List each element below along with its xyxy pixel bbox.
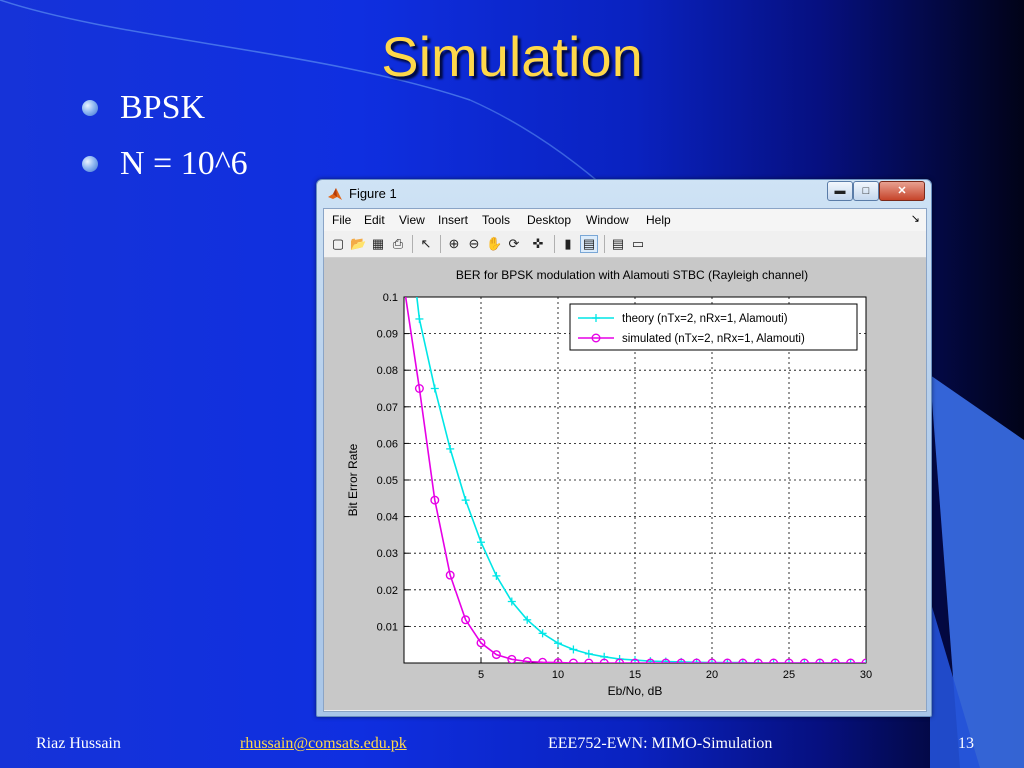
pan-icon[interactable]: ✋ <box>486 236 502 252</box>
y-tick-label: 0.1 <box>383 292 398 304</box>
x-tick-label: 15 <box>629 669 641 681</box>
bullet-text: N = 10^6 <box>120 145 248 182</box>
dock-arrow-icon[interactable]: ↘ <box>911 212 920 225</box>
minimize-icon[interactable]: ▬ <box>827 181 853 201</box>
new-figure-icon[interactable]: ▢ <box>330 236 346 252</box>
window-title: Figure 1 <box>349 186 397 201</box>
figure-window: Figure 1 ▬ □ ✕ File Edit View Insert Too… <box>316 179 932 717</box>
open-file-icon[interactable]: 📂 <box>350 236 366 252</box>
menu-insert[interactable]: Insert <box>438 213 468 227</box>
toolbar-separator <box>412 235 413 253</box>
bullet-icon <box>82 100 98 116</box>
hide-plot-tools-icon[interactable]: ▤ <box>610 236 626 252</box>
figure-client-area: File Edit View Insert Tools Desktop Wind… <box>323 208 927 712</box>
edit-plot-icon[interactable]: ↖ <box>418 236 434 252</box>
menu-tools[interactable]: Tools <box>482 213 510 227</box>
menu-help[interactable]: Help <box>646 213 671 227</box>
x-tick-label: 5 <box>478 669 484 681</box>
bullet-text: BPSK <box>120 89 206 126</box>
menu-desktop[interactable]: Desktop <box>527 213 571 227</box>
data-cursor-icon[interactable]: ✜ <box>530 236 546 252</box>
footer-email-wrap: rhussain@comsats.edu.pk <box>240 735 407 753</box>
bullet-item: BPSK <box>80 86 248 142</box>
y-tick-label: 0.03 <box>377 548 398 560</box>
maximize-icon[interactable]: □ <box>853 181 879 201</box>
menu-bar: File Edit View Insert Tools Desktop Wind… <box>324 209 926 231</box>
bullet-list: BPSK N = 10^6 <box>80 86 248 198</box>
print-icon[interactable]: ⎙ <box>390 236 406 252</box>
y-tick-label: 0.04 <box>377 512 398 524</box>
x-axis-label: Eb/No, dB <box>608 684 663 698</box>
matlab-logo-icon <box>328 188 342 200</box>
show-plot-tools-icon[interactable]: ▭ <box>630 236 646 252</box>
y-tick-label: 0.01 <box>377 621 398 633</box>
y-tick-label: 0.07 <box>377 402 398 414</box>
figure-canvas: BER for BPSK modulation with Alamouti ST… <box>324 258 926 710</box>
footer-email-link[interactable]: rhussain@comsats.edu.pk <box>240 735 407 752</box>
x-tick-label: 10 <box>552 669 564 681</box>
x-tick-label: 20 <box>706 669 718 681</box>
toolbar-separator <box>604 235 605 253</box>
slide-title: Simulation <box>381 25 643 88</box>
close-icon[interactable]: ✕ <box>879 181 925 201</box>
ber-chart: BER for BPSK modulation with Alamouti ST… <box>346 268 872 698</box>
menu-edit[interactable]: Edit <box>364 213 385 227</box>
bullet-icon <box>82 156 98 172</box>
y-tick-label: 0.02 <box>377 585 398 597</box>
legend-icon[interactable]: ▤ <box>580 235 598 253</box>
x-tick-label: 25 <box>783 669 795 681</box>
y-tick-label: 0.05 <box>377 475 398 487</box>
window-titlebar[interactable]: Figure 1 ▬ □ ✕ <box>317 180 931 208</box>
menu-file[interactable]: File <box>332 213 351 227</box>
toolbar-separator <box>554 235 555 253</box>
footer-page-number: 13 <box>958 735 974 752</box>
figure-toolbar: ▢ 📂 ▦ ⎙ ↖ ⊕ ⊖ ✋ ⟳ ✜ ▮ ▤ ▤ ▭ <box>324 231 926 258</box>
footer-author: Riaz Hussain <box>36 735 121 752</box>
x-tick-label: 30 <box>860 669 872 681</box>
menu-view[interactable]: View <box>399 213 425 227</box>
y-tick-label: 0.06 <box>377 438 398 450</box>
save-icon[interactable]: ▦ <box>370 236 386 252</box>
toolbar-separator <box>440 235 441 253</box>
y-tick-label: 0.09 <box>377 329 398 341</box>
chart-title: BER for BPSK modulation with Alamouti ST… <box>456 268 808 282</box>
zoom-out-icon[interactable]: ⊖ <box>466 236 482 252</box>
y-axis-label: Bit Error Rate <box>346 443 360 516</box>
bullet-item: N = 10^6 <box>80 142 248 198</box>
legend-theory-label: theory (nTx=2, nRx=1, Alamouti) <box>622 313 788 325</box>
menu-window[interactable]: Window <box>586 213 629 227</box>
zoom-in-icon[interactable]: ⊕ <box>446 236 462 252</box>
rotate-3d-icon[interactable]: ⟳ <box>506 236 522 252</box>
legend-simulated-label: simulated (nTx=2, nRx=1, Alamouti) <box>622 333 805 345</box>
colorbar-icon[interactable]: ▮ <box>560 236 576 252</box>
y-tick-label: 0.08 <box>377 365 398 377</box>
footer-course: EEE752-EWN: MIMO-Simulation <box>548 735 773 752</box>
chart-legend: theory (nTx=2, nRx=1, Alamouti) simulated… <box>569 303 858 351</box>
